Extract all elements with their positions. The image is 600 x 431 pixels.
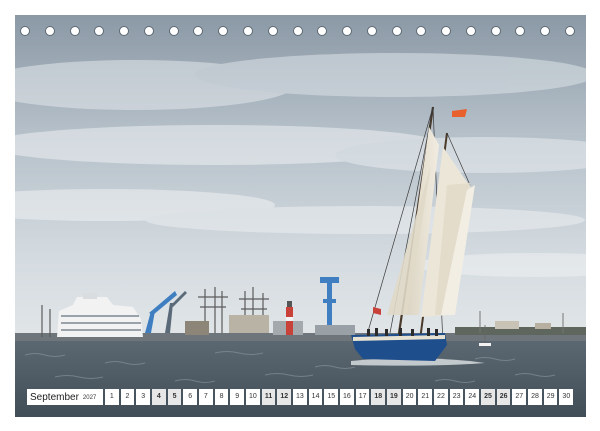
day-cell: 11 bbox=[261, 389, 276, 405]
day-cell: 14 bbox=[308, 389, 323, 405]
day-cell: 15 bbox=[324, 389, 339, 405]
binding-hole bbox=[69, 26, 80, 36]
binding-hole bbox=[168, 26, 179, 36]
binding-hole bbox=[465, 26, 476, 36]
sea bbox=[15, 341, 586, 417]
binding-hole bbox=[565, 26, 575, 36]
day-cell: 25 bbox=[481, 389, 495, 405]
binding-hole bbox=[366, 26, 377, 36]
binding-hole bbox=[143, 26, 154, 36]
day-cell: 27 bbox=[512, 389, 527, 405]
day-cell: 23 bbox=[449, 389, 464, 405]
day-cell: 16 bbox=[340, 389, 354, 405]
day-cell: 17 bbox=[355, 389, 370, 405]
day-cell: 3 bbox=[136, 389, 151, 405]
day-cell: 1 bbox=[105, 389, 119, 405]
day-cell: 28 bbox=[528, 389, 542, 405]
spiral-binding bbox=[15, 22, 586, 42]
month-strip: September 2027 1 2 3 4 5 6 7 8 9 10 11 12 13 14 15 16 17… bbox=[27, 389, 574, 405]
binding-hole bbox=[441, 26, 452, 36]
binding-hole bbox=[44, 26, 55, 36]
calendar-page: September 2027 1 2 3 4 5 6 7 8 9 10 11 12 13 14 15 16 17… bbox=[0, 0, 600, 431]
binding-hole bbox=[267, 26, 278, 36]
day-cell: 30 bbox=[559, 389, 574, 405]
binding-hole bbox=[20, 26, 30, 36]
binding-hole bbox=[292, 26, 303, 36]
binding-hole bbox=[391, 26, 402, 36]
day-cell: 18 bbox=[371, 389, 386, 405]
binding-hole bbox=[242, 26, 253, 36]
binding-hole bbox=[342, 26, 353, 36]
day-cell: 22 bbox=[434, 389, 448, 405]
month-year: 2027 bbox=[82, 395, 97, 401]
binding-hole bbox=[490, 26, 501, 36]
month-label: September 2027 bbox=[27, 389, 103, 405]
photo-scene bbox=[15, 15, 586, 417]
binding-hole bbox=[218, 26, 229, 36]
day-cell: 20 bbox=[402, 389, 417, 405]
day-cell: 4 bbox=[152, 389, 166, 405]
binding-hole bbox=[193, 26, 204, 36]
day-cell: 13 bbox=[293, 389, 307, 405]
day-cell: 10 bbox=[246, 389, 260, 405]
day-cell: 19 bbox=[387, 389, 401, 405]
day-cell: 21 bbox=[418, 389, 433, 405]
day-cell: 29 bbox=[543, 389, 558, 405]
day-cell: 9 bbox=[230, 389, 245, 405]
binding-hole bbox=[416, 26, 427, 36]
day-cell: 7 bbox=[199, 389, 213, 405]
day-cell: 26 bbox=[496, 389, 511, 405]
day-cell: 12 bbox=[277, 389, 292, 405]
binding-hole bbox=[119, 26, 130, 36]
day-cell: 24 bbox=[465, 389, 480, 405]
binding-hole bbox=[515, 26, 526, 36]
binding-hole bbox=[317, 26, 328, 36]
day-cell: 8 bbox=[214, 389, 229, 405]
binding-hole bbox=[540, 26, 551, 36]
day-cell: 6 bbox=[183, 389, 198, 405]
sailing-ship-photo bbox=[15, 15, 586, 417]
day-cell: 5 bbox=[167, 389, 182, 405]
binding-hole bbox=[94, 26, 105, 36]
day-cell: 2 bbox=[120, 389, 135, 405]
month-name: September bbox=[30, 391, 79, 403]
